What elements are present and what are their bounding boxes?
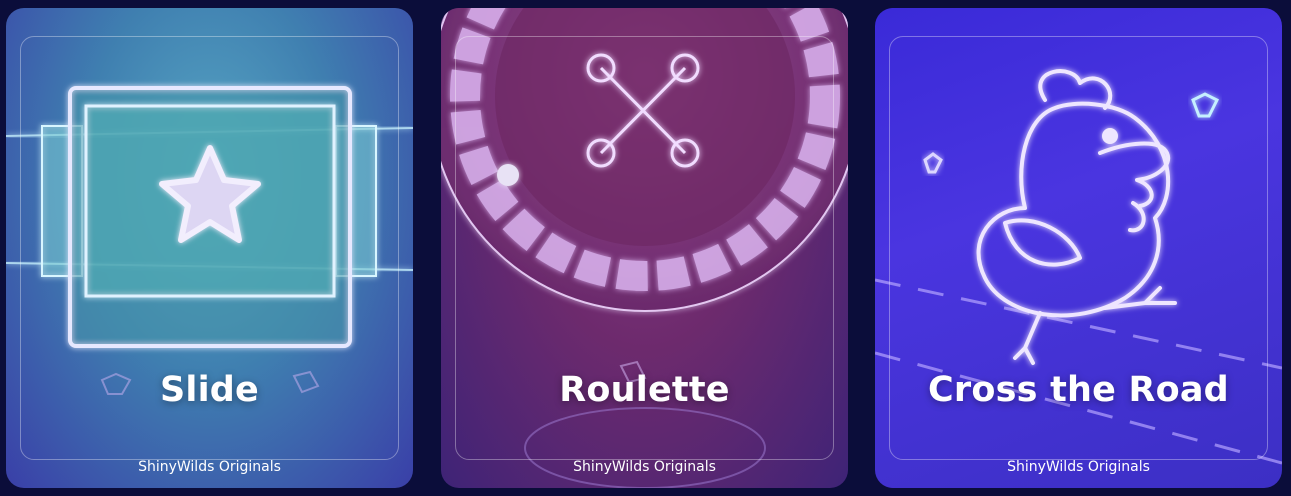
game-provider: ShinyWilds Originals (138, 459, 281, 475)
game-card-cross-the-road[interactable]: Cross the Road ShinyWilds Originals (875, 8, 1282, 488)
game-grid: Slide ShinyWilds Originals Roulette Shin… (0, 0, 1291, 496)
game-provider: ShinyWilds Originals (573, 459, 716, 475)
game-title: Slide (160, 370, 259, 410)
game-card-roulette[interactable]: Roulette ShinyWilds Originals (441, 8, 848, 488)
game-title: Cross the Road (928, 370, 1229, 410)
game-card-slide[interactable]: Slide ShinyWilds Originals (6, 8, 413, 488)
game-title: Roulette (559, 370, 730, 410)
game-provider: ShinyWilds Originals (1007, 459, 1150, 475)
